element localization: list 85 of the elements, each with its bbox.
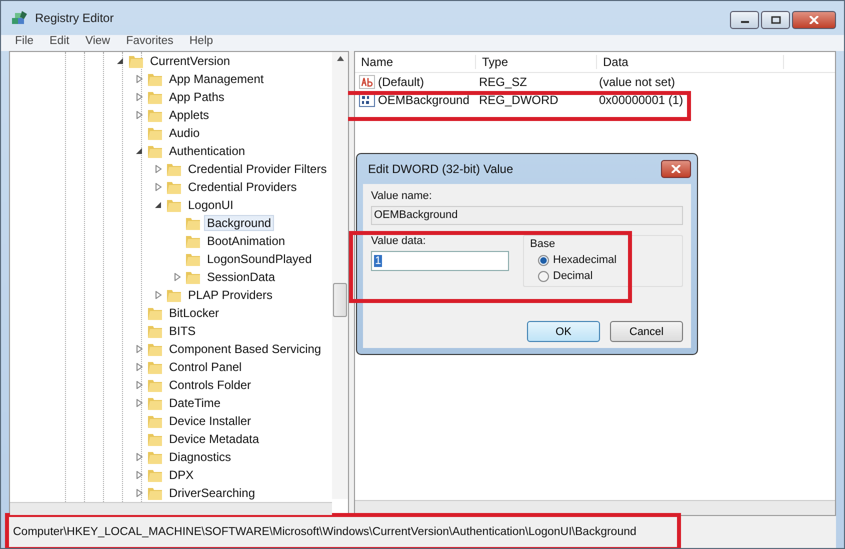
column-header[interactable]: Data [597, 55, 784, 69]
expand-arrow-icon[interactable] [135, 453, 143, 461]
folder-icon [147, 89, 163, 105]
field-label: Value data: [371, 235, 427, 247]
folder-icon [147, 71, 163, 87]
folder-icon [147, 431, 163, 447]
expand-arrow-icon[interactable] [135, 381, 143, 389]
scroll-thumb[interactable] [333, 283, 347, 317]
folder-icon [147, 467, 163, 483]
value-type: REG_SZ [478, 75, 528, 89]
expand-arrow-icon[interactable] [154, 291, 162, 299]
folder-icon [185, 233, 201, 249]
folder-icon [166, 161, 182, 177]
menu-item[interactable]: Edit [42, 35, 78, 49]
collapse-arrow-icon[interactable] [154, 201, 162, 209]
maximize-icon [770, 16, 780, 24]
dialog-button[interactable]: OK [527, 321, 600, 342]
minimize-button[interactable] [730, 11, 759, 29]
value-data: 0x00000001 (1) [598, 93, 684, 107]
scroll-up-arrow-icon[interactable] [336, 56, 344, 61]
menu-item[interactable]: File [7, 35, 42, 49]
value-data: (value not set) [598, 75, 676, 89]
tree-item[interactable]: Background [204, 215, 274, 231]
vertical-scrollbar[interactable] [332, 52, 348, 499]
folder-icon [147, 413, 163, 429]
window-title: Registry Editor [35, 11, 114, 25]
value-data-input[interactable]: 1 [371, 251, 509, 271]
radio-button[interactable] [538, 254, 549, 266]
close-icon [809, 16, 819, 24]
value-name-field[interactable]: OEMBackground [371, 206, 683, 225]
folder-icon [147, 485, 163, 501]
folder-icon [147, 125, 163, 141]
folder-icon [128, 53, 144, 69]
horizontal-scrollbar[interactable] [10, 502, 332, 515]
status-path: Computer\HKEY_LOCAL_MACHINE\SOFTWARE\Microsoft\Windows\CurrentVersion\Authentication\LogonUI\Background [13, 526, 636, 538]
radio-label[interactable]: Hexadecimal [553, 254, 617, 266]
value-name[interactable]: OEMBackground [378, 93, 470, 107]
expand-arrow-icon[interactable] [135, 93, 143, 101]
expand-arrow-icon[interactable] [154, 165, 162, 173]
folder-icon [147, 395, 163, 411]
expand-arrow-icon[interactable] [173, 273, 181, 281]
registry-cubes-icon [11, 10, 29, 26]
value-name[interactable]: (Default) [378, 75, 424, 89]
menu-item[interactable]: View [77, 35, 118, 49]
menu-item[interactable]: Help [181, 35, 222, 49]
menu-item[interactable]: Favorites [118, 35, 182, 49]
folder-icon [166, 287, 182, 303]
folder-icon [147, 377, 163, 393]
maximize-button[interactable] [761, 11, 790, 29]
folder-icon [147, 359, 163, 375]
folder-icon [147, 323, 163, 339]
expand-arrow-icon[interactable] [135, 489, 143, 497]
folder-icon [147, 305, 163, 321]
column-header[interactable]: Type [476, 55, 597, 69]
horizontal-scrollbar[interactable] [355, 500, 835, 515]
field-label: Value name: [371, 190, 433, 202]
folder-icon [166, 179, 182, 195]
expand-arrow-icon[interactable] [135, 399, 143, 407]
value-type: REG_DWORD [478, 93, 560, 107]
collapse-arrow-icon[interactable] [116, 57, 124, 65]
folder-icon [147, 449, 163, 465]
close-button[interactable] [792, 11, 836, 29]
expand-arrow-icon[interactable] [135, 345, 143, 353]
dialog-button[interactable]: Cancel [610, 321, 683, 342]
text-value-icon [359, 75, 375, 89]
folder-icon [147, 341, 163, 357]
folder-icon [166, 197, 182, 213]
column-header[interactable]: Name [355, 55, 476, 69]
folder-icon [185, 269, 201, 285]
close-button[interactable] [661, 160, 691, 178]
expand-arrow-icon[interactable] [135, 75, 143, 83]
radio-label[interactable]: Decimal [553, 270, 593, 282]
group-label: Base [530, 238, 556, 250]
expand-arrow-icon[interactable] [135, 363, 143, 371]
expand-arrow-icon[interactable] [154, 183, 162, 191]
expand-arrow-icon[interactable] [135, 471, 143, 479]
folder-icon [185, 251, 201, 267]
close-icon [671, 165, 681, 173]
expand-arrow-icon[interactable] [135, 111, 143, 119]
dialog-title: Edit DWORD (32-bit) Value [368, 162, 514, 176]
folder-icon [147, 107, 163, 123]
folder-icon [185, 215, 201, 231]
radio-button[interactable] [538, 270, 549, 282]
collapse-arrow-icon[interactable] [135, 147, 143, 155]
folder-icon [147, 143, 163, 159]
